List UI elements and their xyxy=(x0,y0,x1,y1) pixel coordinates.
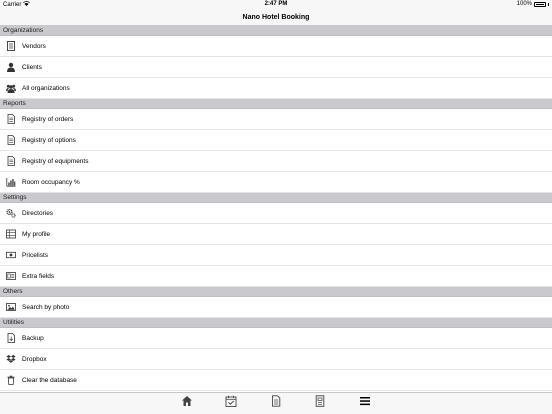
section-header-reports: Reports xyxy=(0,99,552,109)
tab-orders[interactable]: Orders xyxy=(261,394,291,414)
home-icon xyxy=(181,394,193,412)
menu-item-search-by-photo[interactable]: Search by photo xyxy=(0,297,552,318)
status-bar: Carrier 2:47 PM 100% xyxy=(0,0,552,9)
menu-item-label: Vendors xyxy=(22,42,46,50)
backup-icon xyxy=(6,333,16,343)
menu-item-label: Directories xyxy=(22,209,54,217)
tab-bar: Main Calendar Orders Rooms More xyxy=(0,392,552,414)
tab-rooms[interactable]: Rooms xyxy=(305,394,335,414)
photo-icon xyxy=(6,302,16,312)
person-icon xyxy=(6,62,16,72)
menu-item-all-organizations[interactable]: All organizations xyxy=(0,78,552,99)
tab-more[interactable]: More xyxy=(350,394,380,414)
menu-item-my-profile[interactable]: My profile xyxy=(0,224,552,245)
menu-item-label: Backup xyxy=(22,334,44,342)
status-time: 2:47 PM xyxy=(264,1,288,7)
menu-item-registry-of-equipments[interactable]: Registry of equipments xyxy=(0,151,552,172)
menu-item-vendors[interactable]: Vendors xyxy=(0,36,552,57)
menu-item-label: Room occupancy % xyxy=(22,178,80,186)
menu-item-label: My profile xyxy=(22,230,51,238)
gears-icon xyxy=(6,208,16,218)
menu-item-registry-of-orders[interactable]: Registry of orders xyxy=(0,109,552,130)
menu-item-label: All organizations xyxy=(22,84,70,92)
trash-icon xyxy=(6,375,16,385)
form-icon xyxy=(6,271,16,281)
battery-percent: 100% xyxy=(516,1,532,7)
menu-item-label: Clear the database xyxy=(22,376,77,384)
menu-item-clients[interactable]: Clients xyxy=(0,57,552,78)
menu-item-label: Extra fields xyxy=(22,272,55,280)
menu-icon xyxy=(359,394,371,412)
menu-item-clear-the-database[interactable]: Clear the database xyxy=(0,370,552,391)
menu-item-directories[interactable]: Directories xyxy=(0,203,552,224)
section-header-utilities: Utilities xyxy=(0,318,552,328)
menu-item-registry-of-options[interactable]: Registry of options xyxy=(0,130,552,151)
menu-item-label: Registry of options xyxy=(22,136,76,144)
menu-item-label: Registry of orders xyxy=(22,115,74,123)
document-icon xyxy=(6,135,16,145)
section-header-others: Others xyxy=(0,287,552,297)
menu-item-dropbox[interactable]: Dropbox xyxy=(0,349,552,370)
menu-item-label: Registry of equipments xyxy=(22,157,89,165)
menu-item-pricelists[interactable]: Pricelists xyxy=(0,245,552,266)
menu-item-extra-fields[interactable]: Extra fields xyxy=(0,266,552,287)
document-icon xyxy=(6,156,16,166)
tab-calendar[interactable]: Calendar xyxy=(216,394,246,414)
navigation-bar: Nano Hotel Booking xyxy=(0,9,552,26)
tab-main[interactable]: Main xyxy=(172,394,202,414)
vendors-icon xyxy=(6,41,16,51)
menu-item-room-occupancy[interactable]: Room occupancy % xyxy=(0,172,552,193)
battery-indicator: 100% xyxy=(517,1,549,7)
section-header-settings: Settings xyxy=(0,193,552,203)
dropbox-icon xyxy=(6,354,16,364)
menu-item-label: Search by photo xyxy=(22,303,70,311)
grid-icon xyxy=(6,229,16,239)
section-header-organizations: Organizations xyxy=(0,26,552,36)
orders-icon xyxy=(270,394,282,412)
calendar-icon xyxy=(225,394,237,412)
battery-icon xyxy=(534,1,546,7)
menu-item-label: Pricelists xyxy=(22,251,49,259)
menu-list[interactable]: Organizations Vendors Clients All organizat… xyxy=(0,26,552,392)
menu-item-backup[interactable]: Backup xyxy=(0,328,552,349)
document-icon xyxy=(6,114,16,124)
menu-item-label: Dropbox xyxy=(22,355,47,363)
money-icon xyxy=(6,250,16,260)
menu-item-label: Clients xyxy=(22,63,42,71)
bar-chart-icon xyxy=(6,177,16,187)
rooms-icon xyxy=(314,394,326,412)
page-title: Nano Hotel Booking xyxy=(242,14,310,21)
people-icon xyxy=(6,83,16,93)
